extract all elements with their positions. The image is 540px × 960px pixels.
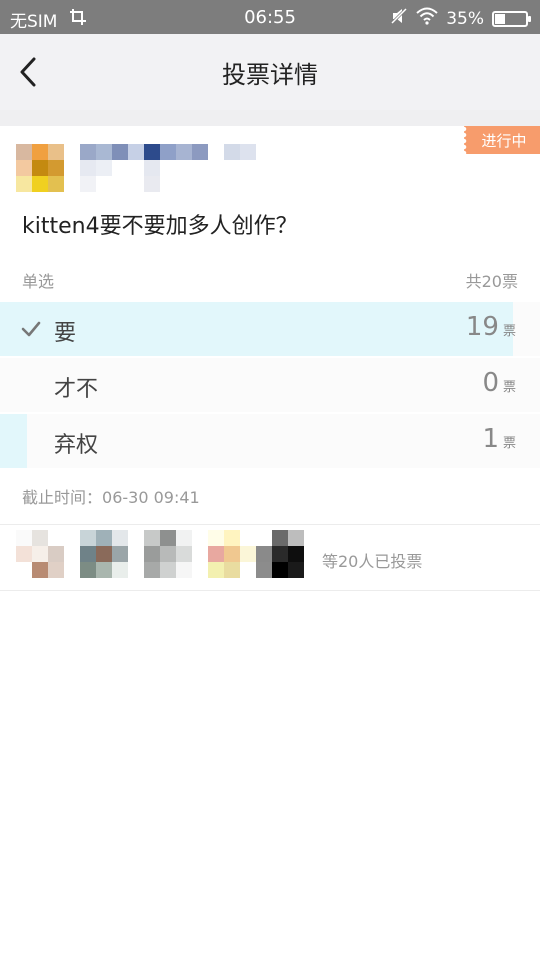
poll-option[interactable]: 要 19 票 [0,302,540,356]
option-count: 0 票 [482,368,516,398]
poll-total-votes: 共20票 [465,272,518,291]
option-count-unit: 票 [502,436,516,451]
nav-bar: 投票详情 [0,34,540,110]
poll-deadline: 截止时间：06-30 09:41 [22,484,200,508]
battery-percent: 35% [446,8,484,29]
wifi-icon [416,7,438,30]
voters-count-text: 等20人已投票 [322,552,423,571]
author-avatar[interactable] [16,144,64,192]
section-gap [0,110,540,126]
option-label: 弃权 [54,433,99,458]
status-right: 35% [390,7,531,30]
option-count: 1 票 [482,424,516,454]
option-count-number: 19 [465,312,499,342]
status-bar: 无SIM 06:55 35% [0,0,540,34]
check-icon [21,321,41,337]
vote-share-bar [0,414,27,468]
battery-icon [492,10,531,27]
page-title: 投票详情 [222,61,318,89]
divider [0,524,540,525]
deadline-label: 截止时间： [22,488,103,507]
option-count-number: 0 [482,368,499,398]
option-label: 才不 [54,377,99,402]
voter-avatar [144,530,192,578]
divider [0,590,540,591]
mute-icon [390,7,408,30]
voter-avatar [256,530,304,578]
author-name-blurred[interactable] [80,144,260,192]
poll-option[interactable]: 弃权 1 票 [0,414,540,468]
status-badge: 进行中 [464,126,540,154]
voter-avatar [208,530,256,578]
voter-avatar [16,530,64,578]
deadline-value: 06-30 09:41 [102,488,200,507]
poll-mode: 单选 [22,272,55,291]
poll-options: 要 19 票 才不 0 票 弃权 1 票 [0,302,540,470]
poll-question: kitten4要不要加多人创作？ [22,214,298,239]
option-count: 19 票 [466,312,516,342]
option-count-unit: 票 [502,380,516,395]
poll-option[interactable]: 才不 0 票 [0,358,540,412]
option-count-number: 1 [482,424,499,454]
option-label: 要 [54,321,77,346]
voters-row[interactable]: 等20人已投票 [0,526,540,590]
vote-share-bar [0,302,513,356]
option-count-unit: 票 [502,324,516,339]
voter-avatar [80,530,128,578]
